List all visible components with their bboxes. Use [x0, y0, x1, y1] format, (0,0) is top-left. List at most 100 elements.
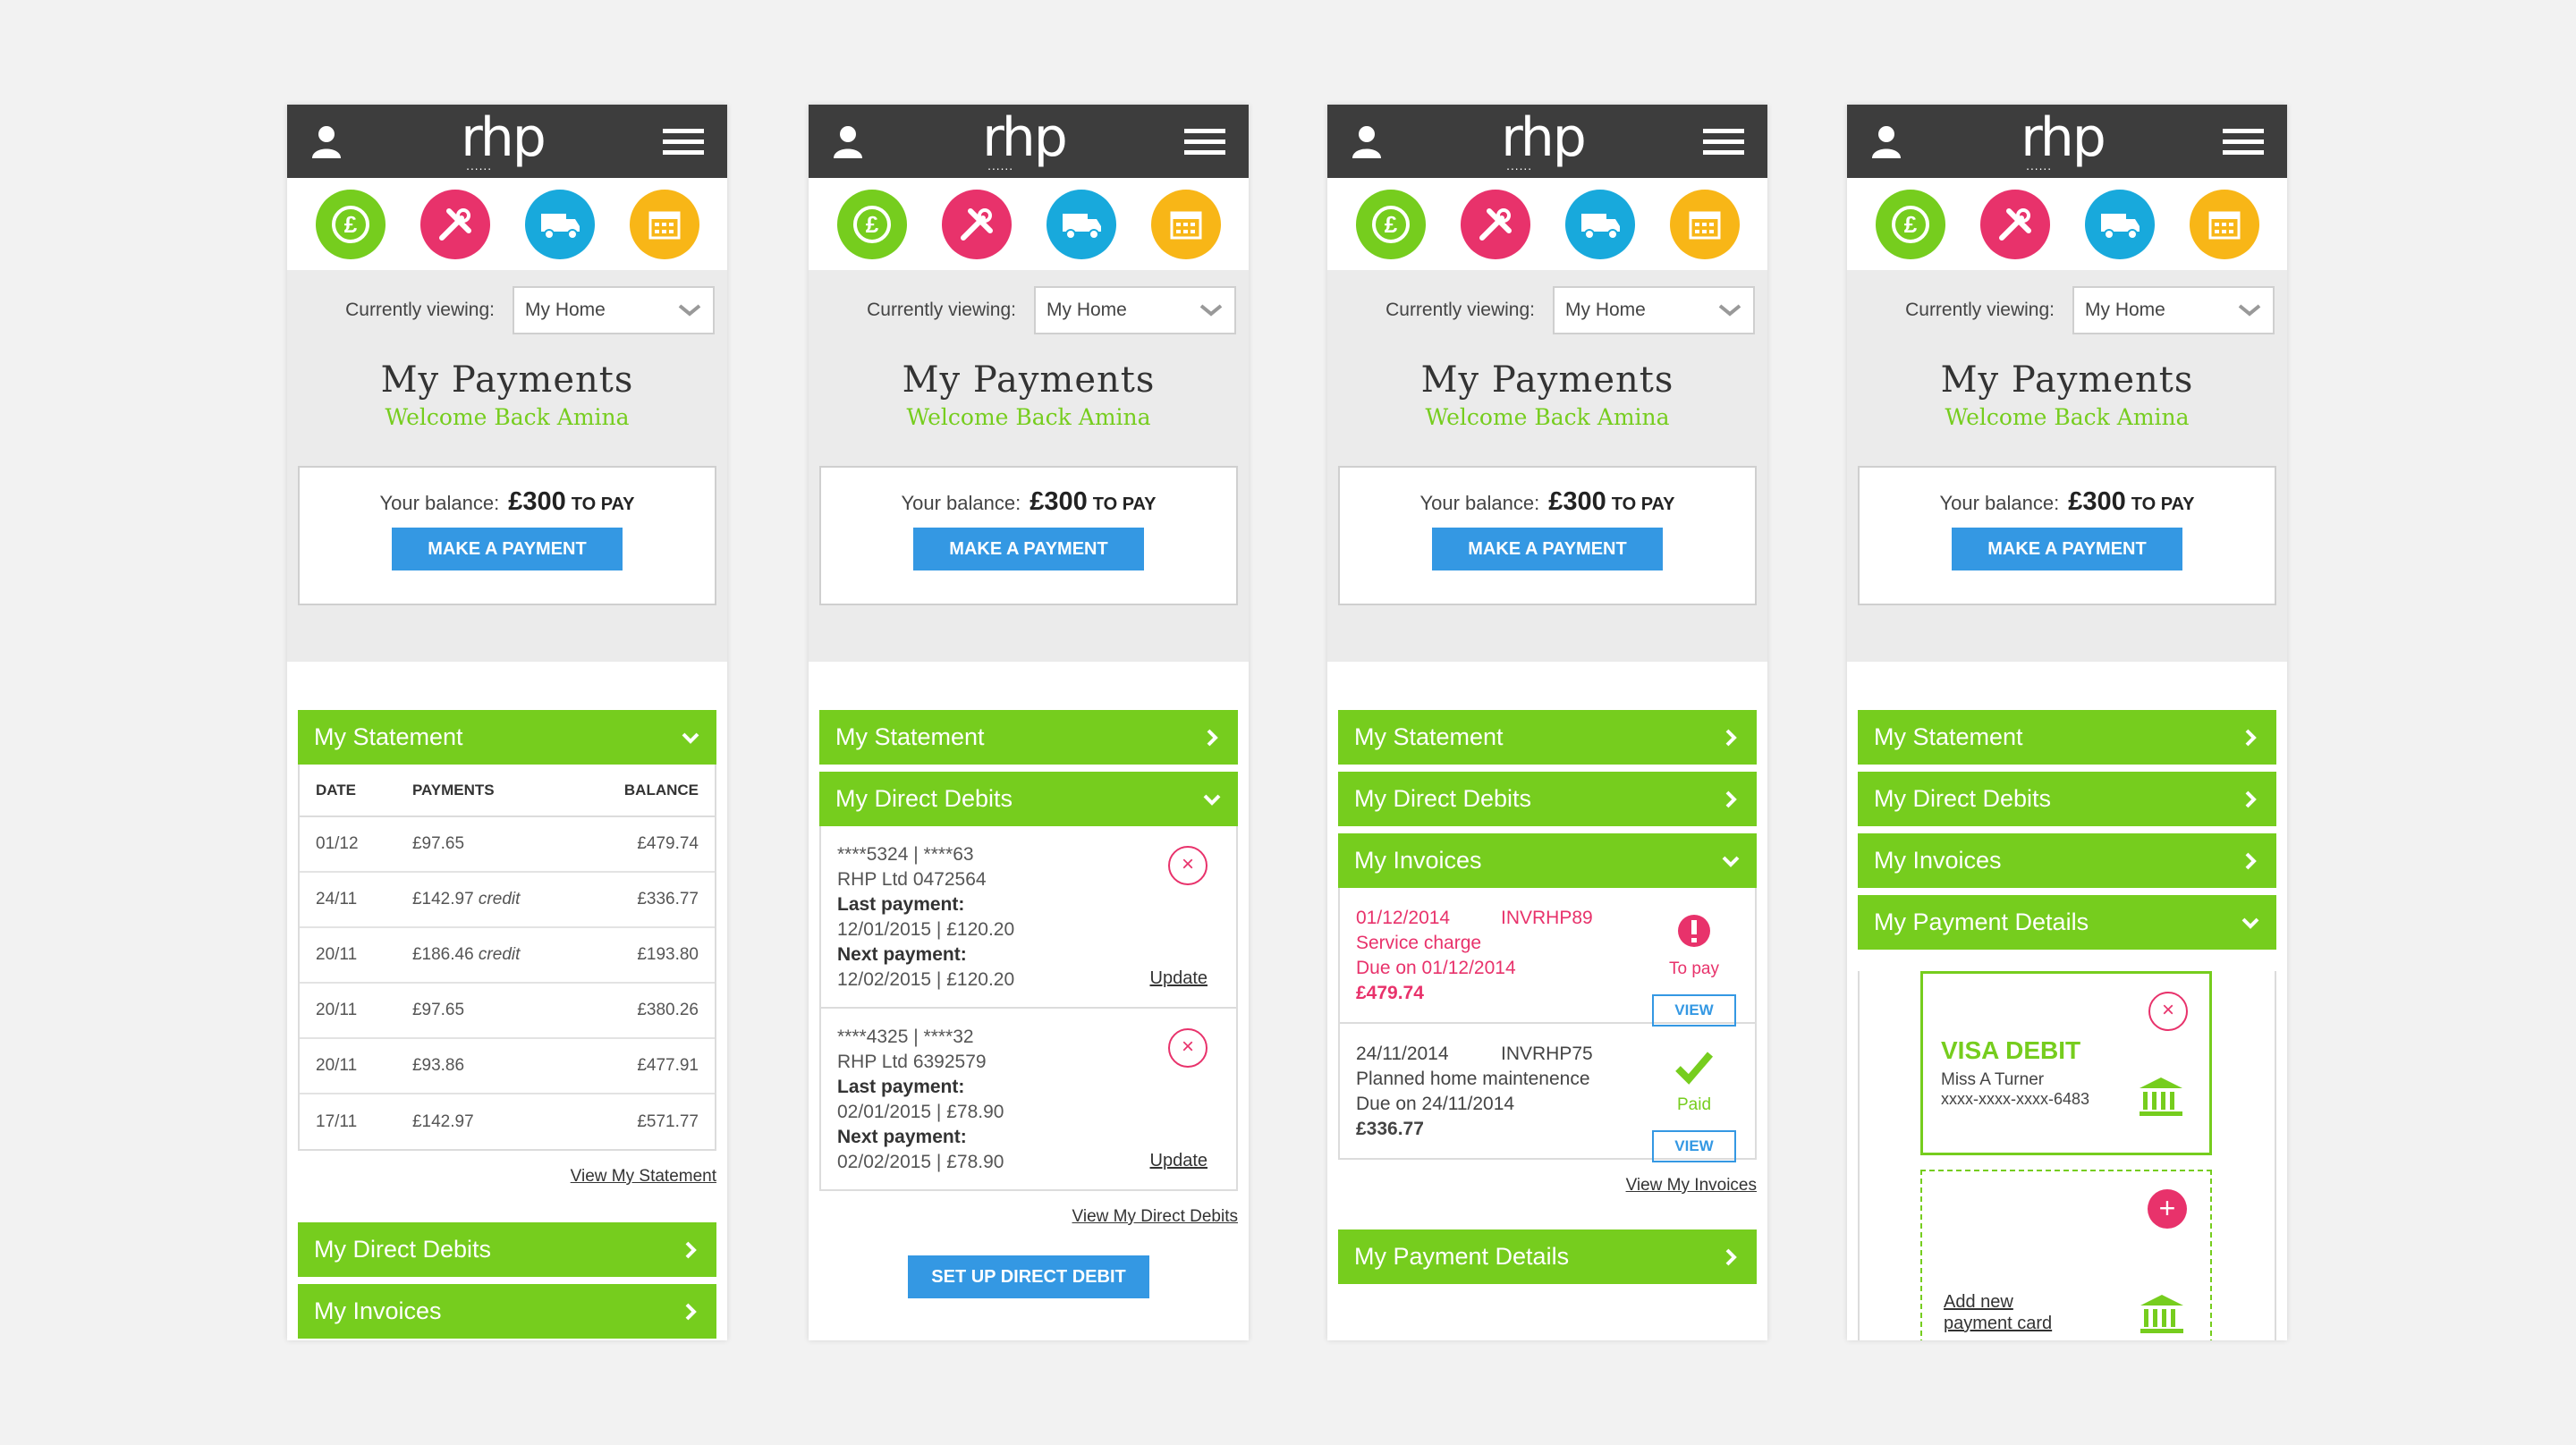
accordion-payment-details[interactable]: My Payment Details [1858, 895, 2276, 950]
repairs-tools-icon[interactable] [941, 189, 1012, 259]
user-icon[interactable] [310, 124, 343, 158]
repairs-tools-icon[interactable] [1460, 189, 1530, 259]
view-invoice-button[interactable]: VIEW [1652, 1130, 1736, 1162]
user-icon[interactable] [1351, 124, 1383, 158]
payments-pound-icon[interactable]: £ [1355, 189, 1426, 259]
view-invoice-button[interactable]: VIEW [1652, 994, 1736, 1027]
payments-pound-icon[interactable]: £ [315, 189, 386, 259]
phone-screen-payment-details: rhp...... £ Currently viewing: My Home M… [1847, 105, 2287, 1340]
chevron-right-icon [685, 1303, 697, 1320]
welcome-text: Welcome Back Amina [1425, 404, 1670, 430]
balance-amount: £300 [2068, 487, 2126, 516]
payment-details-panel: × VISA DEBIT Miss A Turner xxxx-xxxx-xxx… [1858, 971, 2276, 1340]
chevron-right-icon [1207, 729, 1218, 746]
phone-screen-invoices: rhp...... £ Currently viewing: My Home M… [1327, 105, 1767, 1340]
calendar-icon[interactable] [1150, 189, 1221, 259]
svg-text:£: £ [343, 211, 357, 238]
balance-amount: £300 [508, 487, 566, 516]
invoice-amount: £479.74 [1356, 983, 1424, 1003]
cancel-debit-icon[interactable]: × [1168, 846, 1208, 885]
view-invoices-link[interactable]: View My Invoices [1338, 1167, 1757, 1230]
chevron-right-icon [1725, 729, 1737, 746]
calendar-icon[interactable] [2189, 189, 2259, 259]
chevron-right-icon [2245, 852, 2257, 869]
hamburger-menu-icon[interactable] [662, 128, 704, 155]
accordion-statement[interactable]: My Statement [819, 710, 1238, 765]
column-header-date: DATE [300, 765, 396, 817]
user-icon[interactable] [1870, 124, 1902, 158]
property-select-value: My Home [2085, 300, 2165, 320]
add-card-link[interactable]: Add new payment card [1944, 1291, 2052, 1334]
table-row: 20/11 £93.86 £477.91 [300, 1038, 715, 1094]
hamburger-menu-icon[interactable] [1702, 128, 1744, 155]
top-bar: rhp...... [287, 105, 727, 178]
hero-section: Currently viewing: My Home My Payments W… [287, 270, 727, 662]
moving-van-icon[interactable] [2084, 189, 2155, 259]
property-select[interactable]: My Home [1553, 286, 1755, 334]
update-debit-link[interactable]: Update [1150, 1148, 1208, 1173]
payments-pound-icon[interactable]: £ [836, 189, 907, 259]
rhp-logo[interactable]: rhp...... [982, 111, 1068, 172]
make-payment-button[interactable]: MAKE A PAYMENT [1432, 528, 1663, 570]
hamburger-menu-icon[interactable] [2222, 128, 2264, 155]
accordion-direct-debits[interactable]: My Direct Debits [1338, 772, 1757, 826]
table-row: 01/12 £97.65 £479.74 [300, 816, 715, 873]
setup-direct-debit-button[interactable]: SET UP DIRECT DEBIT [908, 1255, 1149, 1298]
accordion-direct-debits[interactable]: My Direct Debits [819, 772, 1238, 826]
cancel-debit-icon[interactable]: × [1168, 1028, 1208, 1068]
repairs-tools-icon[interactable] [419, 189, 490, 259]
accordion-direct-debits[interactable]: My Direct Debits [298, 1222, 716, 1277]
balance-label: Your balance: [1419, 492, 1540, 514]
accordion-invoices[interactable]: My Invoices [1858, 833, 2276, 888]
moving-van-icon[interactable] [1046, 189, 1116, 259]
quick-icons-row: £ [809, 178, 1249, 270]
accordion-payment-details[interactable]: My Payment Details [1338, 1230, 1757, 1284]
user-icon[interactable] [832, 124, 864, 158]
page-title: My Payments [380, 359, 634, 401]
accordion-direct-debits[interactable]: My Direct Debits [1858, 772, 2276, 826]
card-type: VISA DEBIT [1941, 1036, 2081, 1064]
accordion-statement[interactable]: My Statement [1338, 710, 1757, 765]
hero-section: Currently viewing: My Home My Payments W… [1847, 270, 2287, 662]
view-direct-debits-link[interactable]: View My Direct Debits [819, 1198, 1238, 1250]
make-payment-button[interactable]: MAKE A PAYMENT [392, 528, 623, 570]
hamburger-menu-icon[interactable] [1183, 128, 1225, 155]
repairs-tools-icon[interactable] [1979, 189, 2050, 259]
update-debit-link[interactable]: Update [1150, 966, 1208, 991]
currently-viewing-label: Currently viewing: [867, 300, 1016, 320]
chevron-right-icon [2245, 790, 2257, 807]
property-select-value: My Home [525, 300, 606, 320]
payments-pound-icon[interactable]: £ [1875, 189, 1945, 259]
saved-payment-card[interactable]: × VISA DEBIT Miss A Turner xxxx-xxxx-xxx… [1920, 971, 2212, 1155]
moving-van-icon[interactable] [1564, 189, 1635, 259]
remove-card-icon[interactable]: × [2148, 992, 2188, 1031]
table-row: 17/11 £142.97 £571.77 [316, 1111, 699, 1131]
invoice-item: 01/12/2014 INVRHP89 Service charge Due o… [1340, 888, 1755, 1027]
make-payment-button[interactable]: MAKE A PAYMENT [913, 528, 1144, 570]
accordion-statement[interactable]: My Statement [298, 710, 716, 765]
chevron-down-icon [2238, 304, 2261, 317]
rhp-logo[interactable]: rhp...... [1501, 111, 1587, 172]
balance-amount: £300 [1030, 487, 1088, 516]
invoice-status: To pay [1669, 959, 1719, 978]
property-select[interactable]: My Home [2072, 286, 2275, 334]
direct-debits-panel: ****5324 | ****63 RHP Ltd 0472564 Last p… [819, 826, 1238, 1191]
chevron-right-icon [1725, 1248, 1737, 1265]
plus-icon[interactable]: + [2148, 1189, 2187, 1229]
chevron-down-icon [1203, 794, 1221, 806]
calendar-icon[interactable] [629, 189, 699, 259]
property-select[interactable]: My Home [1034, 286, 1236, 334]
property-select[interactable]: My Home [513, 286, 715, 334]
accordion-invoices[interactable]: My Invoices [298, 1284, 716, 1339]
table-row: 20/11 £97.65 £380.26 [300, 983, 715, 1039]
add-payment-card[interactable]: + Add new payment card [1920, 1170, 2212, 1340]
currently-viewing-label: Currently viewing: [1385, 300, 1535, 320]
moving-van-icon[interactable] [524, 189, 595, 259]
calendar-icon[interactable] [1669, 189, 1740, 259]
make-payment-button[interactable]: MAKE A PAYMENT [1952, 528, 2182, 570]
accordion-invoices[interactable]: My Invoices [1338, 833, 1757, 888]
rhp-logo[interactable]: rhp...... [2021, 111, 2106, 172]
view-statement-link[interactable]: View My Statement [298, 1158, 716, 1222]
rhp-logo[interactable]: rhp...... [461, 111, 547, 172]
accordion-statement[interactable]: My Statement [1858, 710, 2276, 765]
